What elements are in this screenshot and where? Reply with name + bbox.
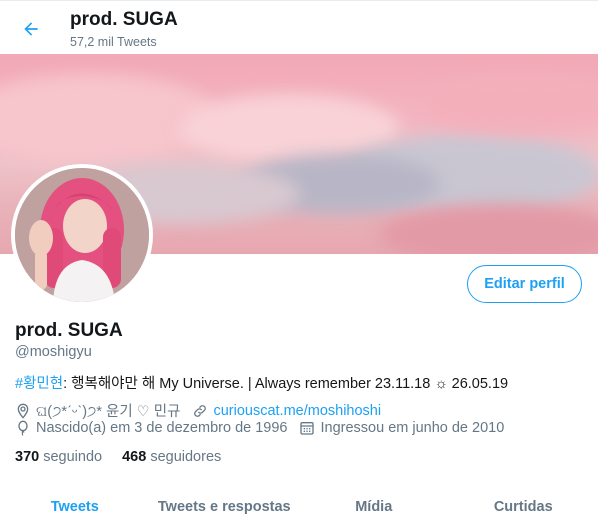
location-text: ଘ(੭*ˊᵕˋ)੭* 윤기 ♡ 민규 (36, 404, 181, 420)
arrow-left-icon (24, 22, 38, 36)
back-button[interactable] (14, 12, 48, 46)
following-label: seguindo (43, 449, 103, 465)
location-pin-icon (17, 403, 29, 419)
tab-likes[interactable]: Curtidas (449, 486, 598, 531)
joined-item: Ingressou em junho de 2010 (299, 420, 504, 436)
tab-tweets-and-replies[interactable]: Tweets e respostas (150, 486, 300, 531)
profile-meta-row-2: Nascido(a) em 3 de dezembro de 1996 Ingr… (15, 420, 516, 436)
profile-handle: @moshigyu (15, 344, 92, 360)
profile-stats: 370 seguindo 468 seguidores (15, 449, 241, 465)
profile-tabs: Tweets Tweets e respostas Mídia Curtidas (0, 486, 598, 531)
following-link[interactable]: 370 seguindo (15, 449, 102, 465)
website-link[interactable]: curiouscat.me/moshihoshi (213, 403, 381, 419)
bio-hashtag-link[interactable]: #황민현 (15, 376, 63, 392)
location-item: ଘ(੭*ˊᵕˋ)੭* 윤기 ♡ 민규 (15, 400, 180, 421)
profile-bio: #황민현: 행복해야만 해 My Universe. | Always reme… (15, 372, 508, 393)
birthday-item: Nascido(a) em 3 de dezembro de 1996 (15, 420, 287, 436)
joined-text: Ingressou em junho de 2010 (320, 420, 505, 436)
profile-header: prod. SUGA 57,2 mil Tweets (0, 0, 598, 54)
header-title: prod. SUGA (70, 9, 178, 30)
followers-link[interactable]: 468 seguidores (122, 449, 221, 465)
profile-meta-row-1: ଘ(੭*ˊᵕˋ)੭* 윤기 ♡ 민규 curiouscat.me/moshiho… (15, 400, 393, 421)
tweets-count: 57,2 mil Tweets (70, 35, 157, 49)
tab-tweets[interactable]: Tweets (0, 486, 150, 531)
calendar-icon (300, 422, 315, 435)
bio-text: : 행복해야만 해 My Universe. | Always remember… (63, 376, 509, 392)
edit-profile-button[interactable]: Editar perfil (467, 265, 582, 303)
avatar-image (15, 168, 149, 302)
website-item: curiouscat.me/moshihoshi (192, 403, 381, 419)
followers-label: seguidores (150, 449, 222, 465)
avatar[interactable] (11, 164, 153, 306)
followers-count: 468 (122, 449, 147, 465)
tab-media[interactable]: Mídia (299, 486, 449, 531)
birthday-text: Nascido(a) em 3 de dezembro de 1996 (36, 420, 288, 436)
profile-name: prod. SUGA (15, 320, 123, 341)
balloon-icon (18, 420, 28, 436)
following-count: 370 (15, 449, 40, 465)
link-icon (194, 404, 207, 417)
